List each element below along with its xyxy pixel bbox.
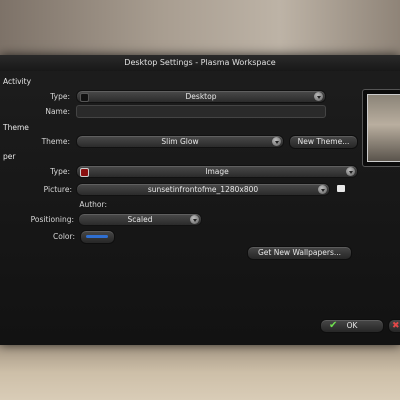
- cancel-button[interactable]: ✖: [388, 319, 400, 333]
- positioning-value: Scaled: [127, 215, 153, 224]
- author-label: Author:: [79, 200, 107, 209]
- picture-value: sunsetinfrontofme_1280x800: [147, 185, 259, 194]
- theme-value: Slim Glow: [161, 137, 199, 146]
- cancel-icon: ✖: [392, 321, 400, 331]
- section-wallpaper-label: per: [3, 152, 16, 161]
- theme-label: Theme:: [41, 137, 70, 146]
- wallpaper-type-value: Image: [205, 167, 229, 176]
- desktop-type-icon: [80, 93, 89, 102]
- activity-type-value: Desktop: [185, 92, 217, 101]
- ok-label: OK: [346, 321, 358, 330]
- wallpaper-preview-image: [367, 94, 400, 162]
- positioning-combobox[interactable]: Scaled: [78, 213, 202, 226]
- color-picker-button[interactable]: [80, 230, 115, 244]
- positioning-label: Positioning:: [30, 215, 74, 224]
- checkmark-icon: ✔: [329, 320, 338, 331]
- color-label: Color:: [53, 232, 75, 241]
- chevron-down-icon: [346, 167, 355, 176]
- theme-combobox[interactable]: Slim Glow: [76, 135, 284, 148]
- section-theme-label: Theme: [3, 123, 29, 132]
- name-label: Name:: [45, 107, 70, 116]
- desktop-background-top: [0, 0, 400, 55]
- open-file-icon[interactable]: [337, 185, 345, 192]
- picture-label: Picture:: [43, 185, 72, 194]
- activity-name-input[interactable]: [76, 105, 326, 118]
- wallpaper-type-label: Type:: [50, 167, 70, 176]
- type-label: Type:: [50, 92, 70, 101]
- section-activity-label: Activity: [3, 77, 32, 86]
- chevron-down-icon: [314, 92, 323, 101]
- activity-type-combobox[interactable]: Desktop: [76, 90, 326, 103]
- picture-combobox[interactable]: sunsetinfrontofme_1280x800: [76, 183, 330, 196]
- wallpaper-type-combobox[interactable]: Image: [76, 165, 358, 178]
- new-theme-button[interactable]: New Theme...: [289, 135, 358, 149]
- chevron-down-icon: [190, 215, 199, 224]
- desktop-background-bottom: [0, 345, 400, 400]
- chevron-down-icon: [318, 185, 327, 194]
- image-type-icon: [80, 168, 89, 177]
- window-title: Desktop Settings - Plasma Workspace: [0, 55, 400, 71]
- ok-button[interactable]: ✔ OK: [320, 319, 384, 333]
- color-swatch: [86, 235, 108, 238]
- wallpaper-preview: [362, 89, 400, 167]
- chevron-down-icon: [272, 137, 281, 146]
- desktop-settings-dialog: Desktop Settings - Plasma Workspace Acti…: [0, 55, 400, 345]
- get-new-wallpapers-button[interactable]: Get New Wallpapers...: [247, 246, 352, 260]
